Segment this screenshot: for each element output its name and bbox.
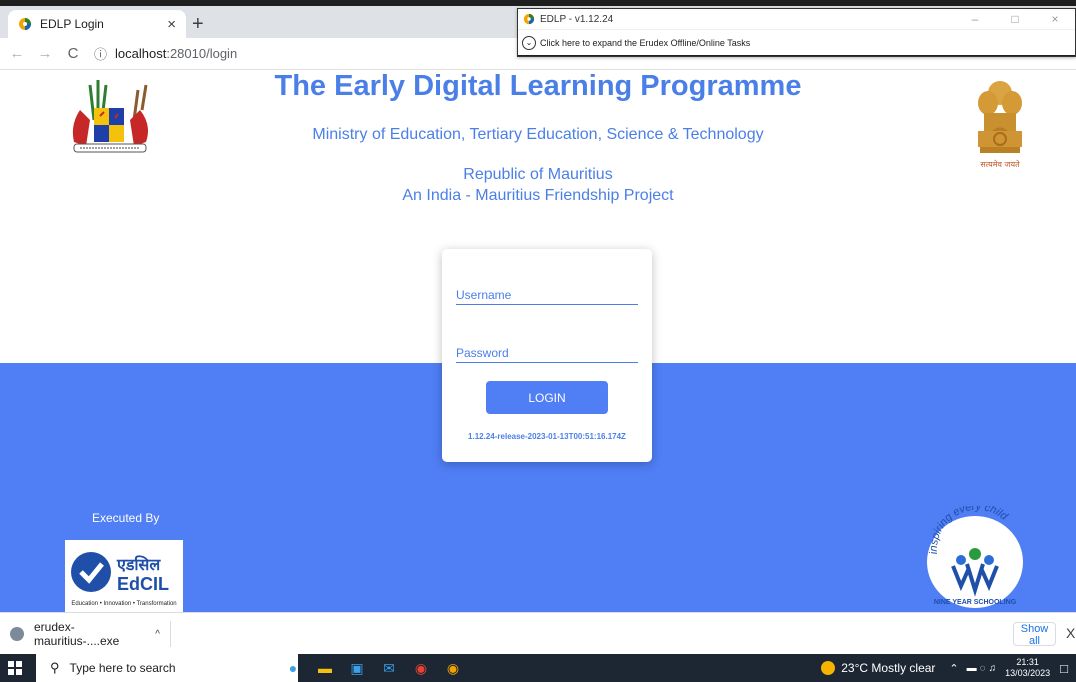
address-bar[interactable]: ⓘ localhost:28010/login [94,44,237,63]
chrome-icon[interactable]: ◉ [412,657,430,679]
clock-date: 13/03/2023 [1005,668,1051,678]
back-button[interactable]: ← [6,45,28,62]
chevron-up-icon[interactable]: ^ [155,629,160,640]
file-icon [10,627,24,641]
edge-icon[interactable]: ● [284,657,302,679]
expand-tasks-label[interactable]: Click here to expand the Erudex Offline/… [540,38,750,48]
login-card: LOGIN 1.12.24-release-2023-01-13T00:51:1… [442,249,652,462]
clock-time: 21:31 [1016,657,1039,667]
nine-year-schooling-logo: inspiring every child NINE YEAR SCHOOLIN… [927,506,1023,608]
new-tab-button[interactable]: + [192,14,204,34]
erudex-window-title: EDLP - v1.12.24 [540,13,614,25]
weather-icon[interactable] [821,661,836,675]
windows-taskbar: ⚲ Type here to search ▤ ● ▬ ▣ ✉ ◉ ◉ 23°C… [0,654,1076,682]
url-host: localhost [115,46,167,61]
edcil-mark-icon: एडसिल EdCIL [71,552,169,594]
edcil-hindi-text: एडसिल [116,555,161,574]
clock[interactable]: 21:31 13/03/2023 [1005,657,1050,679]
password-input[interactable] [456,343,638,363]
search-placeholder: Type here to search [69,661,176,675]
show-all-button[interactable]: Show all [1013,622,1056,647]
tab-title: EDLP Login [40,17,104,31]
tray-chevron-icon[interactable]: ⌃ [949,662,958,675]
republic-subtitle: Republic of Mauritius [463,166,613,183]
browser-tab[interactable]: EDLP Login × [8,10,186,38]
ministry-subtitle: Ministry of Education, Tertiary Educatio… [312,126,764,143]
weather-text[interactable]: 23°C Mostly clear [841,661,935,675]
file-explorer-icon[interactable]: ▬ [316,657,334,679]
download-shelf: erudex-mauritius-....exe ^ Show all X [0,612,1076,654]
erudex-task-window: EDLP - v1.12.24 – □ × ⌄ Click here to ex… [517,8,1076,57]
mail-icon[interactable]: ✉ [380,657,398,679]
download-item[interactable]: erudex-mauritius-....exe ^ [10,620,171,648]
login-page: सत्यमेव जयते The Early Digital Learning … [0,70,1076,612]
username-input[interactable] [456,285,638,305]
login-button[interactable]: LOGIN [486,381,608,414]
network-volume-icons[interactable]: ▬◌♫ [967,663,999,674]
project-subtitle: An India - Mauritius Friendship Project [402,187,674,204]
edcil-tagline: Education • Innovation • Transformation [71,601,177,607]
executed-by-label: Executed By [92,511,160,525]
close-shelf-icon[interactable]: X [1066,625,1075,641]
maximize-button[interactable]: □ [995,12,1035,26]
site-info-icon[interactable]: ⓘ [94,44,107,63]
erudex-titlebar: EDLP - v1.12.24 – □ × [518,9,1075,30]
erudex-app-icon[interactable]: ◉ [444,657,462,679]
url-path: :28010/login [166,46,238,61]
store-icon[interactable]: ▣ [348,657,366,679]
page-title: The Early Digital Learning Programme [274,70,802,102]
chevron-down-icon[interactable]: ⌄ [522,35,536,50]
tab-close-icon[interactable]: × [167,16,176,33]
app-favicon-icon [19,18,31,30]
taskbar-pinned-apps: ▤ ● ▬ ▣ ✉ ◉ ◉ [252,657,462,679]
minimize-button[interactable]: – [955,12,995,26]
download-file-name[interactable]: erudex-mauritius-....exe [34,620,155,648]
version-text: 1.12.24-release-2023-01-13T00:51:16.174Z [468,432,626,441]
windows-start-icon[interactable] [8,661,22,675]
close-button[interactable]: × [1035,12,1075,26]
edcil-logo: एडसिल EdCIL Education • Innovation • Tra… [65,540,183,612]
notification-icon[interactable]: □ [1060,661,1068,676]
reload-button[interactable]: C [62,45,84,62]
edcil-name-text: EdCIL [117,574,169,594]
app-favicon-icon [523,13,535,25]
task-view-icon[interactable]: ▤ [252,657,270,679]
search-icon: ⚲ [50,660,60,675]
system-tray: 23°C Mostly clear ⌃ ▬◌♫ 21:31 13/03/2023… [821,654,1076,682]
forward-button[interactable]: → [34,45,56,62]
expand-tasks-row[interactable]: ⌄ Click here to expand the Erudex Offlin… [518,30,1075,56]
nys-label: NINE YEAR SCHOOLING [934,599,1017,606]
url-text: localhost:28010/login [115,46,237,61]
